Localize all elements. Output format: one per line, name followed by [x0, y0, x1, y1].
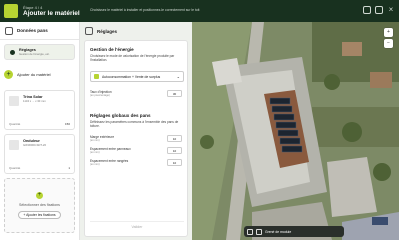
- cursor-icon[interactable]: [247, 228, 253, 235]
- validate-button[interactable]: Valider: [90, 221, 184, 231]
- energy-option-icon: [94, 74, 99, 79]
- zoom-out-button[interactable]: −: [384, 39, 393, 48]
- list-item[interactable]: Onduleur GW30000-SDT-20 Quantité 1: [4, 134, 75, 174]
- panel-spacing-sub: (en mm): [90, 151, 100, 154]
- map-imagery: [192, 22, 399, 240]
- sidebar-title: Données pans: [17, 28, 48, 33]
- chip-icon: [5, 26, 13, 35]
- plus-icon: +: [4, 69, 13, 79]
- qty-label: Quantité: [9, 122, 21, 126]
- item-sub: GW30000-SDT-20: [23, 142, 47, 147]
- fixations-card: + Sélectionner des fixations + Ajouter l…: [4, 178, 75, 233]
- energy-description: Choisissez le mode de valorisation de l'…: [90, 54, 175, 62]
- item-sub: 1134 x ... x 30 mm: [23, 98, 46, 103]
- panel-thumbnail: [9, 96, 19, 106]
- add-fixations-button[interactable]: + Ajouter les fixations: [18, 211, 61, 219]
- margin-sub: (en mm): [90, 139, 100, 142]
- sidebar-item-sub: Gestion de l'énergie, etc.: [19, 51, 50, 56]
- qty-value: 1: [68, 166, 70, 170]
- add-hardware-button[interactable]: + Ajouter du matériel: [4, 68, 75, 80]
- energy-title: Gestion de l'énergie: [90, 47, 134, 52]
- logo-icon: [4, 4, 18, 18]
- inverter-thumbnail: [9, 140, 19, 150]
- sidebar: Données pans Réglages Gestion de l'énerg…: [0, 22, 80, 240]
- satellite-map[interactable]: + − Grené de module: [192, 22, 399, 240]
- top-bar: Étape 4 / 4 Ajouter le matériel Choisiss…: [0, 0, 399, 22]
- map-toolbar: Grené de module: [244, 226, 344, 237]
- help-icon[interactable]: [363, 6, 371, 14]
- chip-icon: [85, 27, 93, 35]
- global-description: Définissez les paramètres communs à l'en…: [90, 120, 179, 128]
- rate-sub: (en pourcentage): [90, 94, 110, 97]
- plus-icon: +: [36, 192, 43, 199]
- page-title: Ajouter le matériel: [23, 9, 80, 17]
- panel-title: Réglages: [97, 28, 118, 34]
- energy-mode-select[interactable]: Autoconsommation + Vente de surplus ⌄: [90, 71, 184, 82]
- list-item[interactable]: Trina Solar 1134 x ... x 30 mm Quantité …: [4, 90, 75, 130]
- settings-dot-icon: [10, 49, 15, 55]
- rate-input[interactable]: 30: [167, 90, 182, 97]
- qty-label: Quantité: [9, 166, 21, 170]
- panel-header: Réglages: [80, 22, 192, 40]
- fullscreen-icon[interactable]: [375, 6, 383, 14]
- add-hardware-label: Ajouter du matériel: [17, 71, 51, 77]
- chevron-down-icon: ⌄: [176, 74, 180, 79]
- settings-panel-area: Réglages Gestion de l'énergie Choisissez…: [80, 22, 192, 240]
- settings-panel: Gestion de l'énergie Choisissez le mode …: [84, 40, 188, 237]
- panel-spacing-input[interactable]: 10: [167, 147, 182, 154]
- global-title: Réglages globaux des pans: [90, 113, 151, 118]
- zoom-in-button[interactable]: +: [384, 28, 393, 37]
- layout-icon[interactable]: [256, 228, 262, 235]
- title-block: Étape 4 / 4 Ajouter le matériel: [23, 5, 80, 18]
- row-spacing-input[interactable]: 10: [167, 159, 182, 166]
- fixations-text: Sélectionner des fixations: [19, 203, 60, 207]
- sidebar-header: Données pans: [0, 22, 79, 40]
- row-spacing-sub: (en mm): [90, 163, 100, 166]
- close-icon[interactable]: ×: [387, 6, 395, 14]
- page-tagline: Choisissez le matériel à installer et po…: [90, 8, 200, 12]
- margin-input[interactable]: 10: [167, 135, 182, 142]
- toolbar-label[interactable]: Grené de module: [265, 230, 291, 234]
- sidebar-item-settings[interactable]: Réglages Gestion de l'énergie, etc.: [4, 44, 75, 60]
- window-controls: ×: [363, 6, 395, 14]
- qty-value: 150: [64, 122, 70, 126]
- energy-option-value: Autoconsommation + Vente de surplus: [102, 74, 161, 79]
